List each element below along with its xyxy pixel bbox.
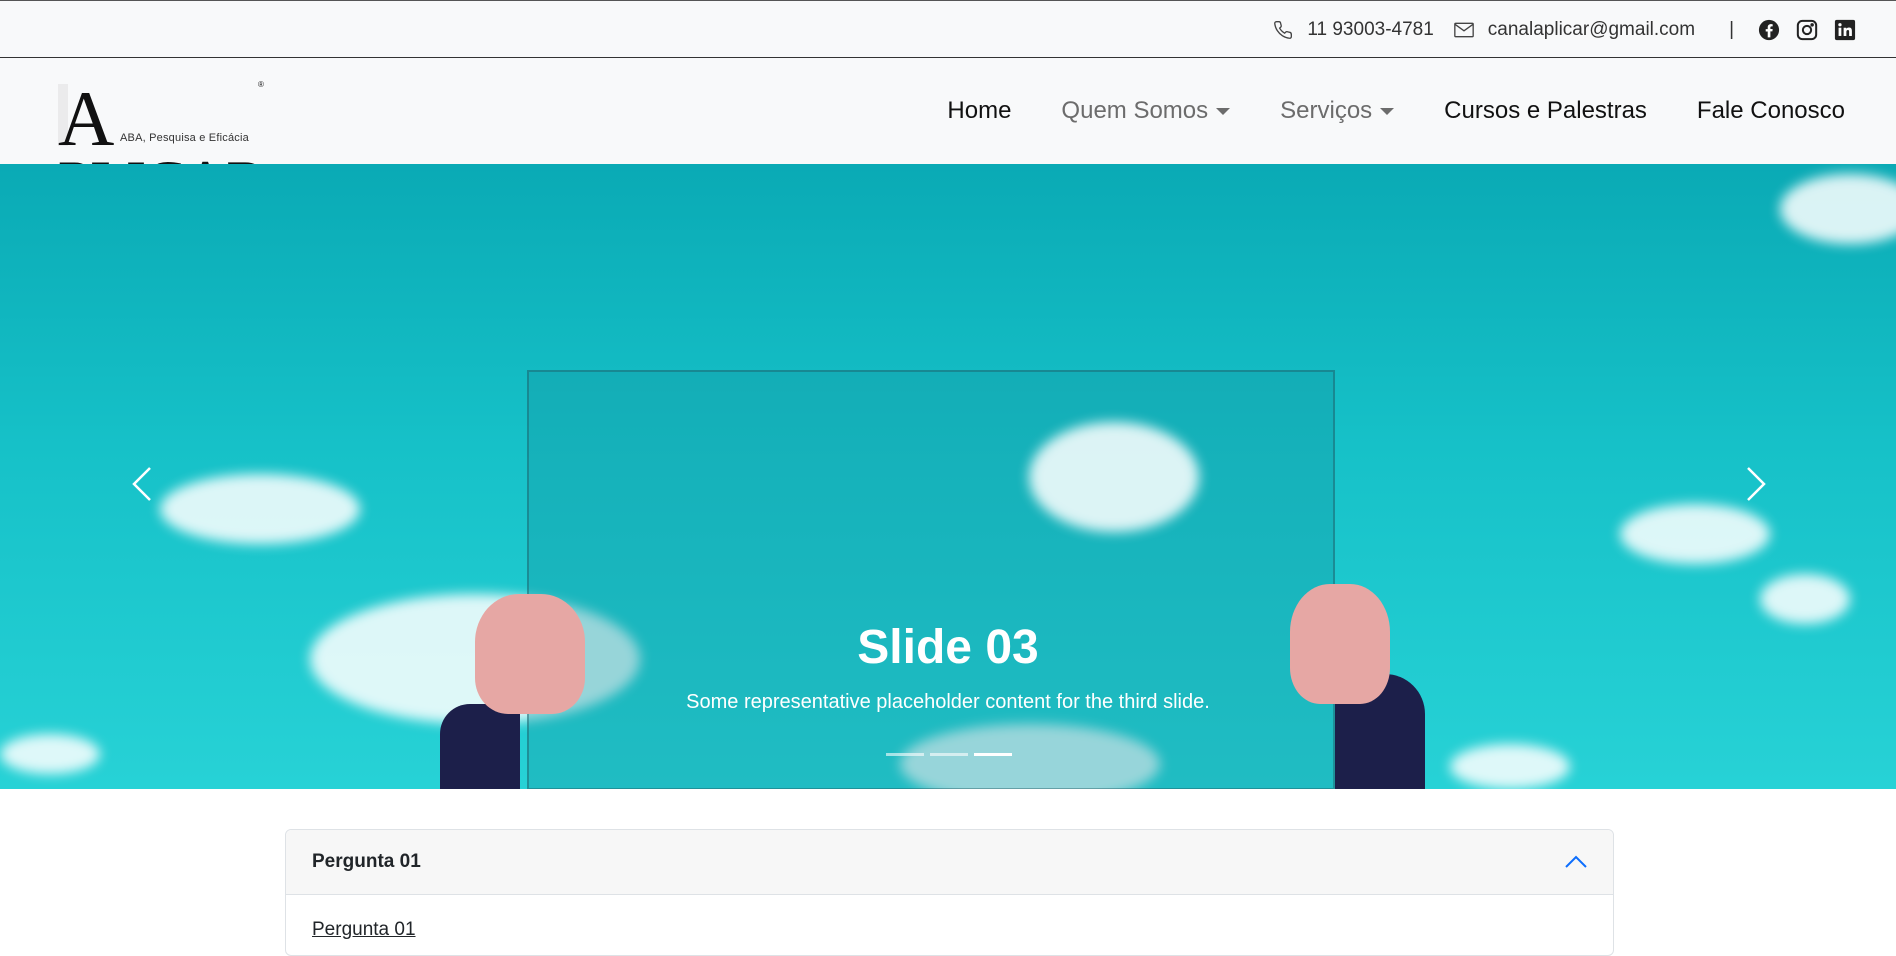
hero-carousel: Slide 03 Some representative placeholder… — [0, 164, 1896, 789]
logo-tagline: ABA, Pesquisa e Eficácia — [120, 132, 249, 144]
logo-initial: A — [58, 75, 114, 162]
nav-home[interactable]: Home — [947, 97, 1011, 125]
cloud-decoration — [160, 474, 360, 544]
cloud-decoration — [1029, 422, 1199, 532]
chevron-left-icon — [132, 467, 151, 501]
nav-fale-conosco[interactable]: Fale Conosco — [1697, 97, 1845, 125]
linkedin-icon — [1834, 19, 1856, 41]
slide-text: Some representative placeholder content … — [686, 691, 1210, 713]
carousel-indicator-1[interactable] — [886, 753, 924, 756]
envelope-icon — [1453, 22, 1474, 38]
nav-menu: Home Quem Somos Serviços Cursos e Palest… — [897, 58, 1845, 164]
carousel-prev-button[interactable] — [112, 454, 172, 514]
carousel-next-button[interactable] — [1726, 454, 1786, 514]
faq-accordion: Pergunta 01 Pergunta 01 — [285, 829, 1614, 956]
glass-pane-image — [527, 370, 1335, 789]
email-address: canalaplicar@gmail.com — [1487, 19, 1696, 40]
contact-bar: 11 93003-4781 canalaplicar@gmail.com | — [0, 0, 1896, 58]
nav-servicos-dropdown[interactable]: Serviços — [1280, 97, 1395, 125]
nav-cursos[interactable]: Cursos e Palestras — [1444, 97, 1647, 125]
instagram-icon — [1796, 19, 1818, 41]
caret-down-icon — [1380, 107, 1395, 115]
facebook-link[interactable] — [1758, 19, 1780, 41]
email-contact[interactable]: canalaplicar@gmail.com — [1453, 19, 1696, 41]
phone-icon — [1274, 20, 1293, 39]
instagram-link[interactable] — [1796, 19, 1818, 41]
phone-number: 11 93003-4781 — [1307, 19, 1434, 40]
cloud-decoration — [1780, 174, 1896, 244]
linkedin-link[interactable] — [1834, 19, 1856, 41]
carousel-indicators — [886, 753, 1018, 756]
left-sleeve — [440, 704, 520, 789]
accordion-title: Pergunta 01 — [312, 851, 421, 872]
cloud-decoration — [1760, 574, 1850, 624]
carousel-indicator-2[interactable] — [930, 753, 968, 756]
caret-down-icon — [1216, 107, 1231, 115]
nav-quem-somos-dropdown[interactable]: Quem Somos — [1061, 97, 1231, 125]
registered-mark: ® — [258, 80, 264, 89]
cloud-decoration — [1450, 744, 1570, 789]
carousel-indicator-3[interactable] — [974, 753, 1012, 756]
main-navbar: APLICAR ® ABA, Pesquisa e Eficácia Home … — [0, 58, 1896, 212]
contact-separator: | — [1729, 19, 1734, 40]
chevron-right-icon — [1747, 467, 1766, 501]
cloud-decoration — [0, 734, 100, 774]
contact-list: 11 93003-4781 canalaplicar@gmail.com | — [1253, 1, 1856, 59]
facebook-icon — [1758, 19, 1780, 41]
chevron-up-icon — [1565, 855, 1587, 868]
phone-contact[interactable]: 11 93003-4781 — [1273, 19, 1434, 41]
slide-title: Slide 03 — [857, 621, 1039, 674]
accordion-body: Pergunta 01 — [286, 895, 1613, 955]
nav-servicos-label: Serviços — [1280, 97, 1373, 124]
accordion-body-link[interactable]: Pergunta 01 — [312, 919, 416, 940]
brand-logo[interactable]: APLICAR ® ABA, Pesquisa e Eficácia — [58, 78, 268, 212]
nav-quem-somos-label: Quem Somos — [1061, 97, 1209, 124]
accordion-header[interactable]: Pergunta 01 — [286, 830, 1613, 895]
